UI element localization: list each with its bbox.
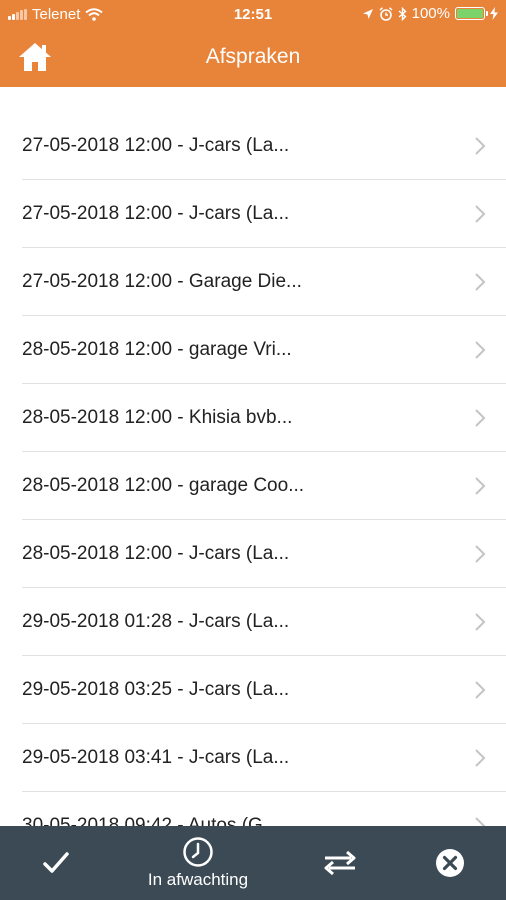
list-item[interactable]: 28-05-2018 12:00 - garage Coo... <box>22 452 506 520</box>
list-item[interactable]: 29-05-2018 03:25 - J-cars (La... <box>22 656 506 724</box>
appointment-list[interactable]: 27-05-2018 12:00 - J-cars (La... 27-05-20… <box>0 112 506 826</box>
chevron-right-icon <box>475 817 486 826</box>
tab-pending-label: In afwachting <box>147 870 249 889</box>
tab-cancelled[interactable] <box>422 826 478 900</box>
list-item[interactable]: 28-05-2018 12:00 - J-cars (La... <box>22 520 506 588</box>
cancel-circle-icon <box>436 849 464 877</box>
list-item-label: 29-05-2018 03:25 - J-cars (La... <box>22 679 290 700</box>
charging-icon <box>490 7 498 20</box>
chevron-right-icon <box>475 477 486 495</box>
status-bar: Telenet 12:51 100% <box>0 0 506 30</box>
page-title: Afspraken <box>205 45 301 68</box>
list-item-label: 30-05-2018 09:42 - Autos (G... <box>22 815 279 826</box>
tab-bar: In afwachting <box>0 826 506 900</box>
list-item-label: 29-05-2018 01:28 - J-cars (La... <box>22 611 290 632</box>
list-item-label: 27-05-2018 12:00 - J-cars (La... <box>22 203 290 224</box>
list-item[interactable]: 28-05-2018 12:00 - Khisia bvb... <box>22 384 506 452</box>
list-item-label: 27-05-2018 12:00 - J-cars (La... <box>22 135 290 156</box>
bluetooth-icon <box>398 6 407 21</box>
swap-arrows-icon <box>324 850 356 876</box>
list-item[interactable]: 30-05-2018 09:42 - Autos (G... <box>22 792 506 826</box>
list-item[interactable]: 27-05-2018 12:00 - J-cars (La... <box>22 180 506 248</box>
chevron-right-icon <box>475 273 486 291</box>
list-item[interactable]: 29-05-2018 01:28 - J-cars (La... <box>22 588 506 656</box>
clock-icon <box>183 837 213 867</box>
chevron-right-icon <box>475 681 486 699</box>
battery-icon <box>455 7 488 20</box>
tab-accepted[interactable] <box>28 826 84 900</box>
list-item[interactable]: 29-05-2018 03:41 - J-cars (La... <box>22 724 506 792</box>
chevron-right-icon <box>475 137 486 155</box>
list-item-label: 28-05-2018 12:00 - Khisia bvb... <box>22 407 293 428</box>
alarm-icon <box>379 6 393 21</box>
battery-percent: 100% <box>411 5 450 22</box>
tab-rescheduled[interactable] <box>312 826 368 900</box>
list-item[interactable]: 27-05-2018 12:00 - J-cars (La... <box>22 112 506 180</box>
list-item-label: 28-05-2018 12:00 - J-cars (La... <box>22 543 290 564</box>
location-icon <box>362 8 373 19</box>
chevron-right-icon <box>475 409 486 427</box>
chevron-right-icon <box>475 205 486 223</box>
list-item[interactable]: 27-05-2018 12:00 - Garage Die... <box>22 248 506 316</box>
chevron-right-icon <box>475 341 486 359</box>
checkmark-icon <box>43 852 69 873</box>
battery-level-fill <box>457 9 483 18</box>
chevron-right-icon <box>475 749 486 767</box>
chevron-right-icon <box>475 613 486 631</box>
nav-bar: Afspraken <box>0 30 506 87</box>
list-item-label: 29-05-2018 03:41 - J-cars (La... <box>22 747 290 768</box>
app-header: Telenet 12:51 100% Afspraken <box>0 0 506 87</box>
status-right: 100% <box>362 5 498 22</box>
tab-pending[interactable]: In afwachting <box>128 826 268 900</box>
list-item-label: 28-05-2018 12:00 - garage Coo... <box>22 475 305 496</box>
list-item-label: 28-05-2018 12:00 - garage Vri... <box>22 339 292 360</box>
list-item-label: 27-05-2018 12:00 - Garage Die... <box>22 271 302 292</box>
chevron-right-icon <box>475 545 486 563</box>
list-item[interactable]: 28-05-2018 12:00 - garage Vri... <box>22 316 506 384</box>
